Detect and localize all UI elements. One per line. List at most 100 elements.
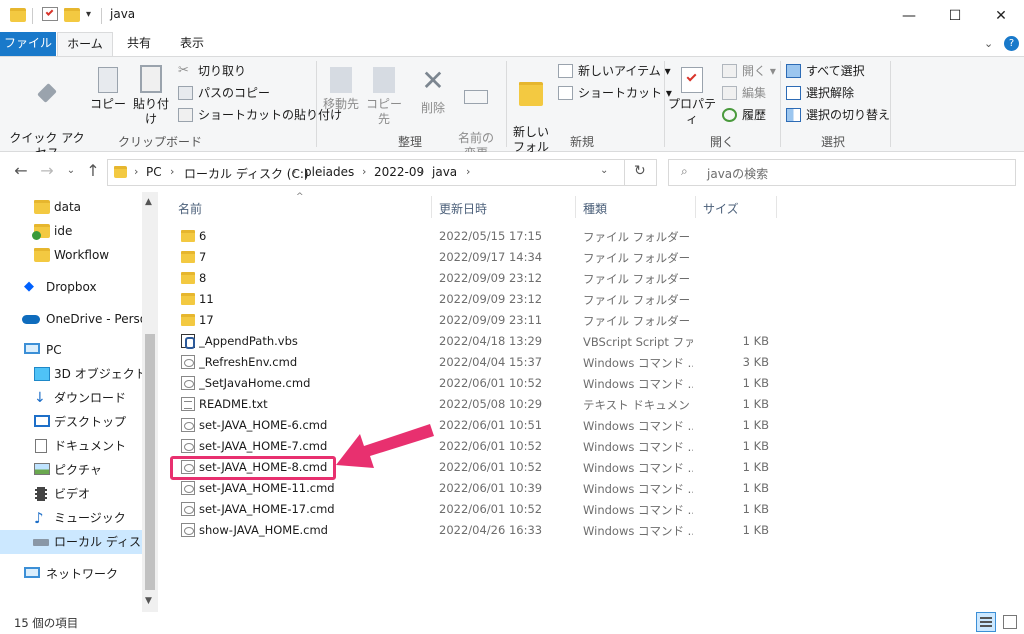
shortcut-button[interactable]: ショートカット ▾ bbox=[558, 83, 672, 103]
nav-scrollbar[interactable]: ▲ ▼ bbox=[142, 192, 158, 612]
address-bar[interactable]: › PC › ローカル ディスク (C:) › pleiades › 2022-… bbox=[107, 159, 657, 186]
refresh-icon[interactable]: ↻ bbox=[634, 163, 646, 179]
nav-item-local-disk[interactable]: ローカル ディスク (C bbox=[0, 530, 142, 554]
select-all-button[interactable]: すべて選択 bbox=[786, 61, 865, 81]
paste-button[interactable]: 貼り付け bbox=[128, 65, 174, 127]
rename-button[interactable]: 名前の 変更 bbox=[454, 67, 498, 161]
nav-item-pc[interactable]: PC bbox=[0, 338, 142, 362]
open-button[interactable]: 開く ▾ bbox=[722, 61, 776, 81]
nav-item-3d-objects[interactable]: 3D オブジェクト bbox=[0, 362, 142, 386]
file-row[interactable]: 7 2022/09/17 14:34 ファイル フォルダー bbox=[176, 247, 776, 268]
close-button[interactable]: ✕ bbox=[978, 0, 1024, 32]
folder-icon bbox=[181, 293, 195, 305]
file-row[interactable]: set-JAVA_HOME-7.cmd 2022/06/01 10:52 Windo… bbox=[176, 436, 776, 457]
tab-file[interactable]: ファイル bbox=[0, 32, 56, 56]
nav-item-pictures[interactable]: ピクチャ bbox=[0, 458, 142, 482]
select-none-button[interactable]: 選択解除 bbox=[786, 83, 854, 103]
cut-button[interactable]: ✂ 切り取り bbox=[178, 61, 246, 81]
paste-shortcut-button[interactable]: ショートカットの貼り付け bbox=[178, 105, 342, 125]
folder-icon bbox=[34, 248, 50, 262]
search-input[interactable]: javaの検索 bbox=[707, 165, 768, 182]
scroll-down-icon[interactable]: ▼ bbox=[145, 596, 152, 606]
file-date: 2022/04/26 16:33 bbox=[439, 523, 543, 537]
customize-qat-icon[interactable]: ▾ bbox=[86, 9, 91, 20]
column-header-date[interactable]: 更新日時 bbox=[439, 200, 487, 217]
help-icon[interactable]: ? bbox=[1004, 36, 1019, 51]
file-row[interactable]: 6 2022/05/15 17:15 ファイル フォルダー bbox=[176, 226, 776, 247]
file-row[interactable]: _RefreshEnv.cmd 2022/04/04 15:37 Windows コ… bbox=[176, 352, 776, 373]
file-row[interactable]: _AppendPath.vbs 2022/04/18 13:29 VBScript … bbox=[176, 331, 776, 352]
scroll-thumb[interactable] bbox=[145, 334, 155, 590]
nav-item-ide[interactable]: ide bbox=[0, 219, 142, 243]
large-icons-view-icon[interactable] bbox=[1000, 612, 1020, 632]
properties-check-icon[interactable] bbox=[42, 7, 58, 21]
maximize-button[interactable]: ☐ bbox=[932, 0, 978, 32]
properties-button[interactable]: プロパティ bbox=[666, 67, 718, 127]
file-row[interactable]: set-JAVA_HOME-17.cmd 2022/06/01 10:52 Wind… bbox=[176, 499, 776, 520]
nav-item-label: OneDrive - Person bbox=[46, 312, 142, 326]
breadcrumb-pleiades[interactable]: pleiades bbox=[304, 165, 354, 179]
new-item-button[interactable]: 新しいアイテム ▾ bbox=[558, 61, 671, 81]
folder-icon bbox=[181, 314, 195, 326]
new-folder-icon[interactable] bbox=[64, 8, 80, 22]
txt-file-icon bbox=[181, 397, 195, 411]
nav-item-data[interactable]: data bbox=[0, 195, 142, 219]
nav-item-downloads[interactable]: ↓ ダウンロード bbox=[0, 386, 142, 410]
minimize-button[interactable]: — bbox=[886, 0, 932, 32]
nav-item-dropbox[interactable]: ◆ Dropbox bbox=[0, 275, 142, 299]
tab-view[interactable]: 表示 bbox=[166, 32, 218, 56]
nav-item-music[interactable]: ♪ ミュージック bbox=[0, 506, 142, 530]
nav-item-network[interactable]: ネットワーク bbox=[0, 562, 142, 586]
up-arrow-icon[interactable]: ↑ bbox=[82, 161, 104, 183]
forward-arrow-icon[interactable]: → bbox=[36, 161, 58, 183]
recent-locations-icon[interactable]: ⌄ bbox=[60, 161, 82, 183]
file-name: set-JAVA_HOME-7.cmd bbox=[199, 439, 328, 453]
edit-button[interactable]: 編集 bbox=[722, 83, 766, 103]
column-header-type[interactable]: 種類 bbox=[583, 200, 607, 217]
move-to-button[interactable]: 移動先 bbox=[320, 67, 362, 112]
scroll-up-icon[interactable]: ▲ bbox=[145, 197, 152, 207]
nav-item-workflow[interactable]: Workflow bbox=[0, 243, 142, 267]
breadcrumb-java[interactable]: java bbox=[432, 165, 457, 179]
collapse-ribbon-icon[interactable]: ⌄ bbox=[984, 37, 993, 50]
address-dropdown-icon[interactable]: ⌄ bbox=[600, 165, 608, 176]
copy-to-button[interactable]: コピー先 bbox=[362, 67, 406, 127]
back-arrow-icon[interactable]: ← bbox=[10, 161, 32, 183]
nav-item-documents[interactable]: ドキュメント bbox=[0, 434, 142, 458]
file-row[interactable]: README.txt 2022/05/08 10:29 テキスト ドキュメント 1 K… bbox=[176, 394, 776, 415]
copy-path-button[interactable]: パスのコピー bbox=[178, 83, 270, 103]
file-row[interactable]: 11 2022/09/09 23:12 ファイル フォルダー bbox=[176, 289, 776, 310]
breadcrumb-2022-09[interactable]: 2022-09 bbox=[374, 165, 424, 179]
delete-button[interactable]: ✕ 削除 bbox=[414, 67, 452, 116]
tab-home[interactable]: ホーム bbox=[57, 32, 113, 56]
file-row[interactable]: 17 2022/09/09 23:11 ファイル フォルダー bbox=[176, 310, 776, 331]
scissors-icon: ✂ bbox=[178, 63, 189, 78]
column-divider[interactable] bbox=[431, 196, 432, 218]
nav-item-desktop[interactable]: デスクトップ bbox=[0, 410, 142, 434]
folder-icon bbox=[181, 251, 195, 263]
breadcrumb-pc[interactable]: PC bbox=[146, 165, 162, 179]
cmd-file-icon bbox=[181, 439, 195, 453]
breadcrumb-local-disk[interactable]: ローカル ディスク (C:) bbox=[184, 165, 309, 182]
history-button[interactable]: 履歴 bbox=[722, 105, 766, 125]
column-header-size[interactable]: サイズ bbox=[703, 200, 739, 217]
column-divider[interactable] bbox=[695, 196, 696, 218]
invert-selection-button[interactable]: 選択の切り替え bbox=[786, 105, 890, 125]
details-view-icon[interactable] bbox=[976, 612, 996, 632]
search-box[interactable]: ⌕ javaの検索 bbox=[668, 159, 1016, 186]
file-row[interactable]: show-JAVA_HOME.cmd 2022/04/26 16:33 Window… bbox=[176, 520, 776, 541]
file-row[interactable]: set-JAVA_HOME-11.cmd 2022/06/01 10:39 Wind… bbox=[176, 478, 776, 499]
file-row[interactable]: _SetJavaHome.cmd 2022/06/01 10:52 Windows … bbox=[176, 373, 776, 394]
nav-item-label: PC bbox=[46, 343, 62, 357]
file-row[interactable]: 8 2022/09/09 23:12 ファイル フォルダー bbox=[176, 268, 776, 289]
copy-button[interactable]: コピー bbox=[90, 67, 126, 112]
tab-share[interactable]: 共有 bbox=[113, 32, 165, 56]
nav-item-videos[interactable]: ビデオ bbox=[0, 482, 142, 506]
nav-item-onedrive[interactable]: OneDrive - Person bbox=[0, 307, 142, 331]
file-date: 2022/06/01 10:52 bbox=[439, 502, 543, 516]
column-divider[interactable] bbox=[776, 196, 777, 218]
column-header-name[interactable]: 名前 bbox=[178, 200, 202, 217]
nav-item-label: ide bbox=[54, 224, 73, 238]
column-divider[interactable] bbox=[575, 196, 576, 218]
file-row[interactable]: set-JAVA_HOME-6.cmd 2022/06/01 10:51 Windo… bbox=[176, 415, 776, 436]
